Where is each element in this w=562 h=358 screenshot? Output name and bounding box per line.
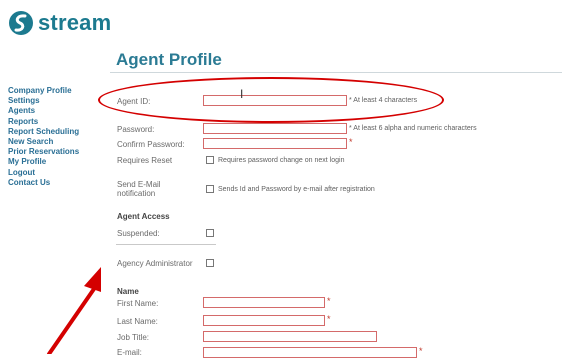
name-heading: Name [117, 287, 139, 296]
confirm-password-input[interactable] [203, 138, 347, 149]
send-email-checkbox[interactable] [206, 185, 214, 193]
send-email-label-line1: Send E-Mail [117, 180, 161, 189]
password-label: Password: [117, 125, 155, 134]
email-label: E-mail: [117, 348, 142, 357]
first-name-label: First Name: [117, 299, 159, 308]
agency-admin-label: Agency Administrator [117, 259, 193, 268]
sidebar-item-contact-us[interactable]: Contact Us [8, 178, 108, 188]
sidebar-item-agents[interactable]: Agents [8, 106, 108, 116]
requires-reset-label: Requires Reset [117, 156, 173, 165]
sidebar-nav: Company Profile Settings Agents Reports … [8, 86, 108, 188]
sidebar-item-logout[interactable]: Logout [8, 168, 108, 178]
sidebar-item-company-profile[interactable]: Company Profile [8, 86, 108, 96]
last-name-required-mark: * [327, 314, 331, 324]
job-title-input[interactable] [203, 331, 377, 342]
agent-access-divider [116, 244, 216, 245]
stream-logo[interactable]: stream [8, 10, 111, 36]
brand-name: stream [38, 10, 112, 35]
highlight-ellipse [98, 77, 444, 123]
suspended-checkbox[interactable] [206, 229, 214, 237]
send-email-label-line2: notification [117, 189, 156, 198]
stream-logo-icon [9, 11, 33, 35]
email-required-mark: * [419, 346, 423, 356]
sidebar-item-reports[interactable]: Reports [8, 117, 108, 127]
email-input[interactable] [203, 347, 417, 358]
first-name-required-mark: * [327, 296, 331, 306]
last-name-label: Last Name: [117, 317, 158, 326]
first-name-input[interactable] [203, 297, 325, 308]
page-title: Agent Profile [116, 50, 222, 69]
sidebar-item-settings[interactable]: Settings [8, 96, 108, 106]
send-email-hint: Sends Id and Password by e-mail after re… [218, 186, 375, 193]
confirm-password-required-mark: * [349, 137, 353, 147]
confirm-password-label: Confirm Password: [117, 140, 185, 149]
last-name-input[interactable] [203, 315, 325, 326]
password-input[interactable] [203, 123, 347, 134]
agent-access-heading: Agent Access [117, 212, 170, 221]
requires-reset-hint: Requires password change on next login [218, 157, 345, 164]
text-cursor-icon: I [240, 87, 244, 101]
suspended-label: Suspended: [117, 229, 160, 238]
sidebar-item-prior-reservations[interactable]: Prior Reservations [8, 147, 108, 157]
agency-admin-checkbox[interactable] [206, 259, 214, 267]
title-divider [110, 72, 562, 73]
job-title-label: Job Title: [117, 333, 150, 342]
sidebar-item-new-search[interactable]: New Search [8, 137, 108, 147]
password-hint: * At least 6 alpha and numeric character… [349, 125, 477, 132]
sidebar-item-my-profile[interactable]: My Profile [8, 157, 108, 167]
requires-reset-checkbox[interactable] [206, 156, 214, 164]
sidebar-item-report-scheduling[interactable]: Report Scheduling [8, 127, 108, 137]
